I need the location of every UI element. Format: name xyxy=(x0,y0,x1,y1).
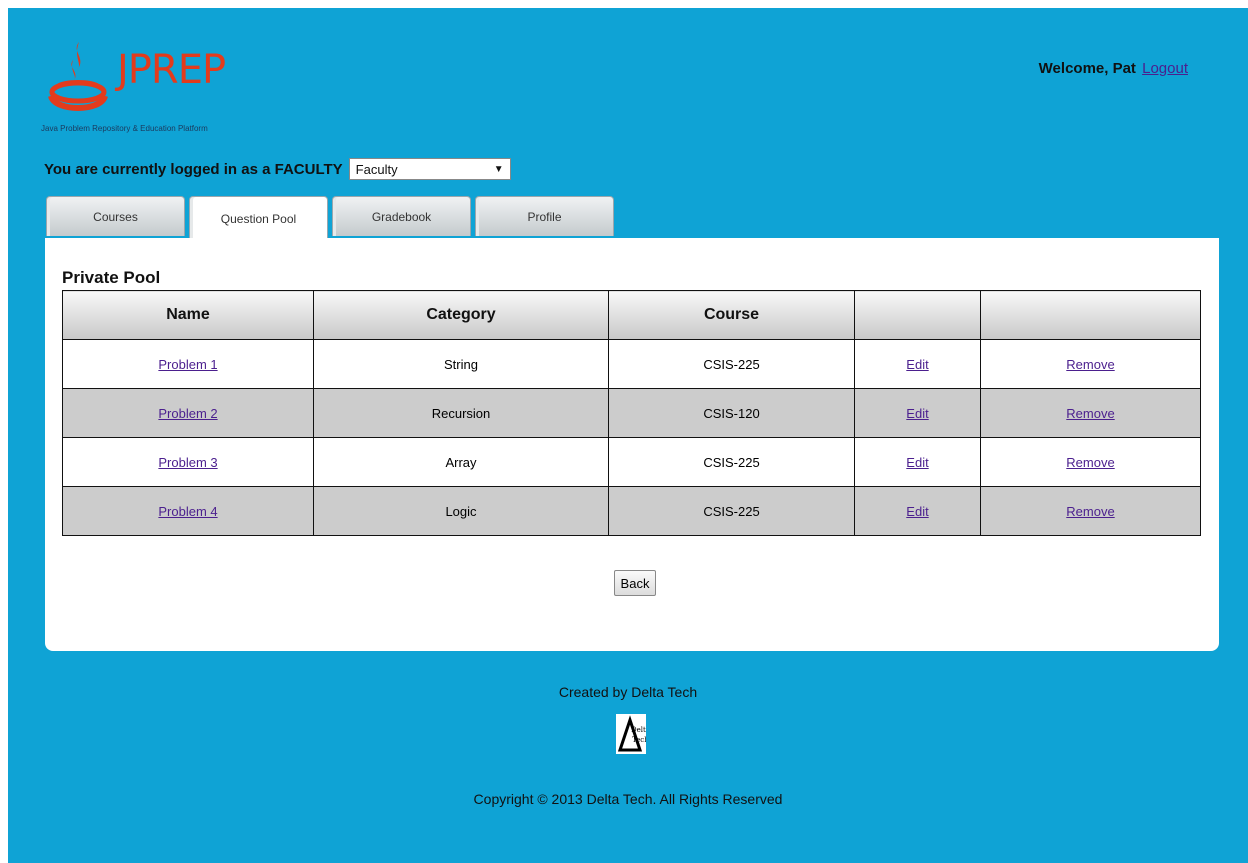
course-cell: CSIS-120 xyxy=(608,388,855,438)
edit-link[interactable]: Edit xyxy=(906,504,928,519)
problem-link[interactable]: Problem 4 xyxy=(158,504,217,519)
table-header-row: Name Category Course xyxy=(62,290,1201,340)
table-row: Problem 1 String CSIS-225 Edit Remove xyxy=(62,339,1201,389)
logout-link[interactable]: Logout xyxy=(1142,60,1188,77)
edit-cell: Edit xyxy=(854,486,981,536)
remove-link[interactable]: Remove xyxy=(1066,406,1114,421)
column-header-edit xyxy=(854,290,981,340)
role-select-value: Faculty xyxy=(355,161,398,177)
tab-question-pool[interactable]: Question Pool xyxy=(189,196,328,240)
page-frame: JPREP Java Problem Repository & Educatio… xyxy=(8,8,1248,863)
name-cell: Problem 3 xyxy=(62,437,314,487)
svg-text:Tech: Tech xyxy=(632,736,646,744)
column-header-remove xyxy=(980,290,1201,340)
problem-link[interactable]: Problem 2 xyxy=(158,406,217,421)
delta-tech-logo: Delta Tech xyxy=(616,714,646,754)
name-cell: Problem 2 xyxy=(62,388,314,438)
column-header-name: Name xyxy=(62,290,314,340)
table-row: Problem 3 Array CSIS-225 Edit Remove xyxy=(62,437,1201,487)
tab-gradebook[interactable]: Gradebook xyxy=(332,196,471,236)
category-cell: Recursion xyxy=(313,388,609,438)
category-cell: String xyxy=(313,339,609,389)
remove-link[interactable]: Remove xyxy=(1066,455,1114,470)
course-cell: CSIS-225 xyxy=(608,339,855,389)
welcome-area: Welcome, Pat Logout xyxy=(1039,60,1188,77)
page-title: Private Pool xyxy=(62,268,161,287)
problem-link[interactable]: Problem 3 xyxy=(158,455,217,470)
remove-cell: Remove xyxy=(980,437,1201,487)
tab-profile[interactable]: Profile xyxy=(475,196,614,236)
logo-text: JPREP xyxy=(117,47,226,93)
welcome-text: Welcome, Pat xyxy=(1038,60,1136,77)
remove-cell: Remove xyxy=(980,486,1201,536)
edit-link[interactable]: Edit xyxy=(906,455,928,470)
problem-link[interactable]: Problem 1 xyxy=(158,357,217,372)
table-row: Problem 4 Logic CSIS-225 Edit Remove xyxy=(62,486,1201,536)
category-cell: Array xyxy=(313,437,609,487)
remove-link[interactable]: Remove xyxy=(1066,504,1114,519)
edit-cell: Edit xyxy=(854,388,981,438)
edit-cell: Edit xyxy=(854,437,981,487)
private-pool-table: Name Category Course Problem 1 String CS… xyxy=(62,290,1201,536)
edit-cell: Edit xyxy=(854,339,981,389)
column-header-category: Category xyxy=(313,290,609,340)
tab-bar: Courses Question Pool Gradebook Profile xyxy=(46,196,614,240)
column-header-course: Course xyxy=(608,290,855,340)
jprep-logo[interactable]: JPREP Java Problem Repository & Educatio… xyxy=(33,38,293,138)
svg-text:Delta: Delta xyxy=(631,726,646,734)
tab-courses[interactable]: Courses xyxy=(46,196,185,236)
course-cell: CSIS-225 xyxy=(608,486,855,536)
remove-cell: Remove xyxy=(980,388,1201,438)
edit-link[interactable]: Edit xyxy=(906,406,928,421)
remove-cell: Remove xyxy=(980,339,1201,389)
footer-copyright: Copyright © 2013 Delta Tech. All Rights … xyxy=(473,791,783,807)
dropdown-arrow-icon: ▼ xyxy=(493,163,504,175)
category-cell: Logic xyxy=(313,486,609,536)
java-cup-icon xyxy=(48,42,108,111)
role-select[interactable]: Faculty ▼ xyxy=(348,158,511,180)
remove-link[interactable]: Remove xyxy=(1066,357,1114,372)
back-button[interactable]: Back xyxy=(614,570,656,596)
name-cell: Problem 1 xyxy=(62,339,314,389)
role-label: You are currently logged in as a FACULTY xyxy=(44,160,343,178)
role-line: You are currently logged in as a FACULTY… xyxy=(44,158,511,180)
main-panel: Private Pool Name Category Course Proble… xyxy=(45,238,1219,651)
table-row: Problem 2 Recursion CSIS-120 Edit Remove xyxy=(62,388,1201,438)
name-cell: Problem 4 xyxy=(62,486,314,536)
footer-created-by: Created by Delta Tech xyxy=(558,684,698,700)
logo-tagline: Java Problem Repository & Education Plat… xyxy=(41,124,208,133)
edit-link[interactable]: Edit xyxy=(906,357,928,372)
course-cell: CSIS-225 xyxy=(608,437,855,487)
